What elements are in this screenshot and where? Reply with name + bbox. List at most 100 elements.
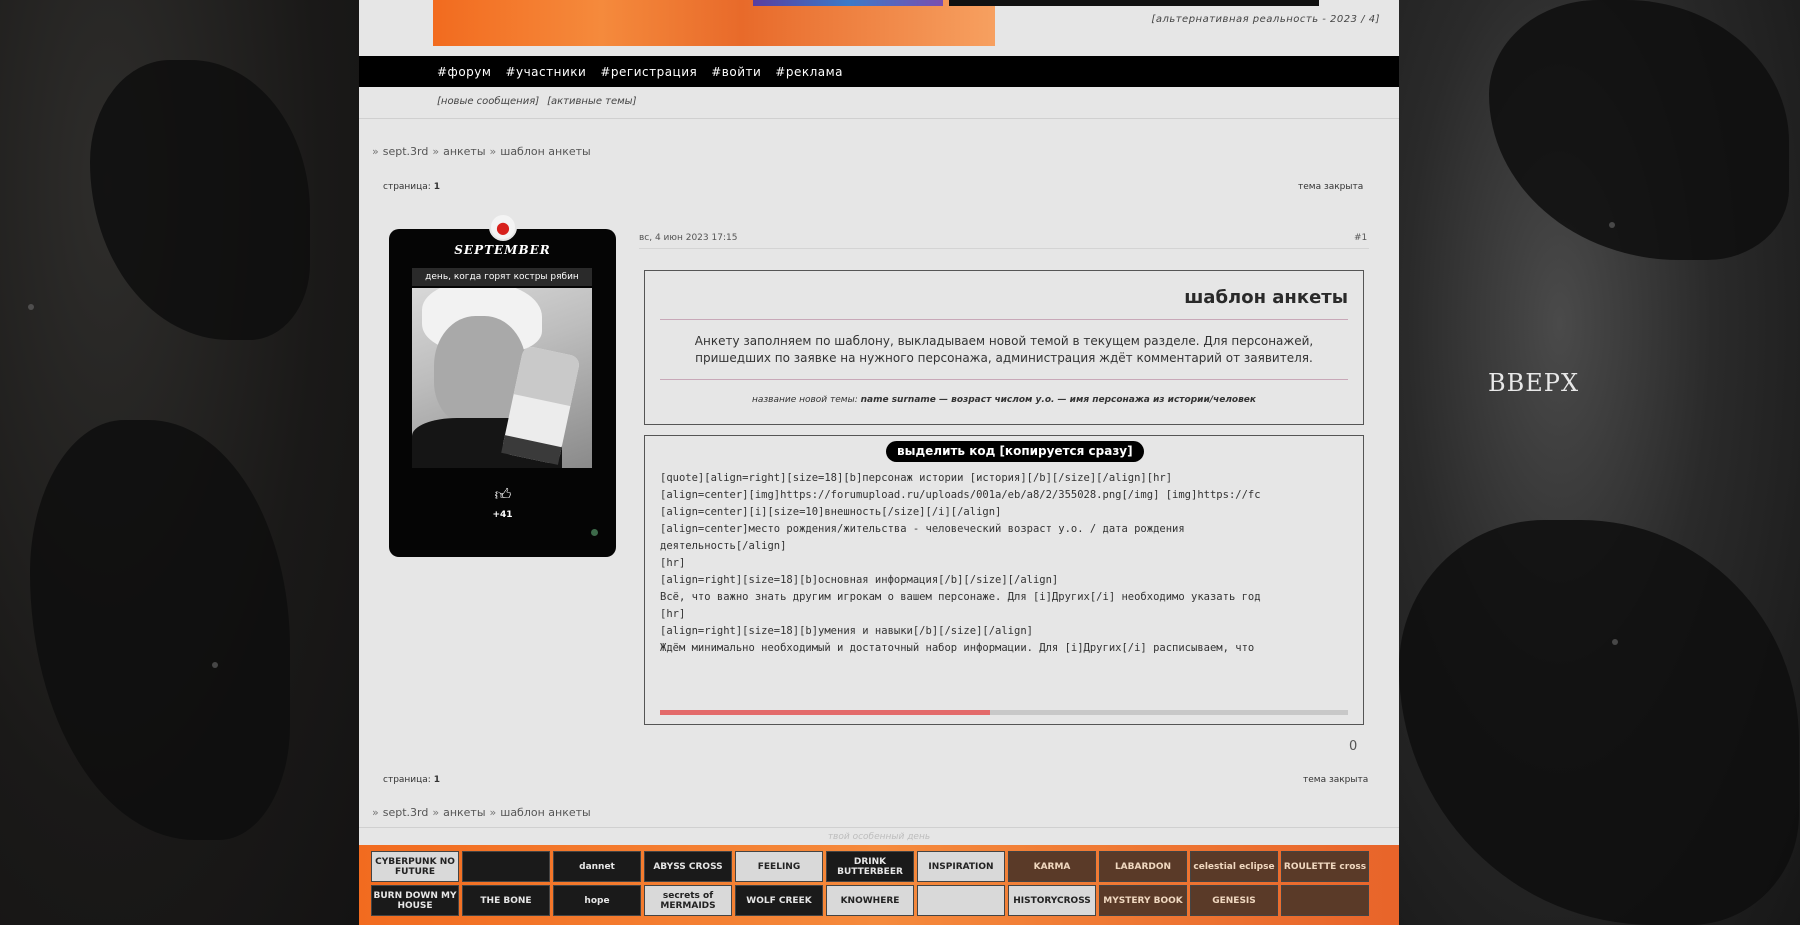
topic-closed-label: тема закрыта: [1303, 775, 1369, 785]
partner-button[interactable]: secrets of MERMAIDS: [644, 885, 732, 916]
divider: [359, 118, 1399, 119]
code-line: [align=right][size=18][b]умения и навыки…: [660, 625, 1033, 637]
code-line: Ждём минимально необходимый и достаточны…: [660, 642, 1255, 654]
post-intro-box: шаблон анкеты Анкету заполняем по шаблон…: [644, 270, 1364, 425]
author-name[interactable]: SEPTEMBER: [389, 243, 616, 257]
post-divider: [639, 248, 1369, 249]
topic-name-format: name surname — возраст числом у.о. — имя…: [860, 395, 1257, 405]
pagination-current: 1: [433, 182, 440, 192]
partner-button[interactable]: GENESIS: [1190, 885, 1278, 916]
partner-button[interactable]: FEELING: [735, 851, 823, 882]
breadcrumb-bottom: » sept.3rd » анкеты » шаблон анкеты: [372, 806, 591, 819]
header-bar: [949, 0, 1319, 6]
partner-button[interactable]: INSPIRATION: [917, 851, 1005, 882]
partner-button[interactable]: KARMA: [1008, 851, 1096, 882]
code-line: [align=right][size=10][i][b]P.S.[/b] Где…: [660, 674, 1348, 675]
code-scrollbar[interactable]: [660, 710, 1348, 715]
nav-login[interactable]: #войти: [711, 65, 761, 79]
nav-ads[interactable]: #реклама: [775, 65, 843, 79]
breadcrumb-separator: »: [372, 145, 379, 158]
breadcrumb-forum[interactable]: sept.3rd: [383, 806, 429, 819]
snowflake: [1609, 222, 1615, 228]
post-title: шаблон анкеты: [1184, 287, 1348, 308]
code-line: [quote][align=right][size=18][b]персонаж…: [660, 472, 1173, 484]
active-topics-link[interactable]: [активные темы]: [547, 96, 636, 107]
pagination-label: страница:: [383, 775, 431, 785]
copy-code-button[interactable]: выделить код [копируется сразу]: [886, 441, 1144, 462]
topic-closed-label: тема закрыта: [1298, 182, 1364, 192]
sub-navbar: [новые сообщения] [активные темы]: [437, 96, 636, 107]
pagination-bottom: страница: 1: [383, 775, 440, 785]
post-rule: [660, 379, 1348, 380]
background-left: [0, 0, 359, 925]
header-tagline: [альтернативная реальность - 2023 / 4]: [1151, 14, 1380, 25]
partner-button[interactable]: CYBERPUNK NO FUTURE: [371, 851, 459, 882]
breadcrumb-current: шаблон анкеты: [500, 145, 591, 158]
berry-icon: ●: [489, 213, 517, 241]
breadcrumb-separator: »: [489, 806, 497, 819]
breadcrumb-separator: »: [372, 806, 379, 819]
post-date: вс, 4 июн 2023 17:15: [639, 233, 738, 243]
partner-button[interactable]: BURN DOWN MY HOUSE: [371, 885, 459, 916]
code-line: [align=center]место рождения/жительства …: [660, 523, 1185, 535]
partner-button[interactable]: LABARDON: [1099, 851, 1187, 882]
breadcrumb-separator: »: [489, 145, 497, 158]
code-box: выделить код [копируется сразу] [quote][…: [644, 435, 1364, 725]
author-profile-card: ● SEPTEMBER день, когда горят костры ряб…: [389, 213, 616, 557]
new-messages-link[interactable]: [новые сообщения]: [437, 96, 539, 107]
partner-button[interactable]: KNOWHERE: [826, 885, 914, 916]
breadcrumb-section[interactable]: анкеты: [443, 145, 485, 158]
footer-subtitle: твой особенный день: [827, 832, 931, 842]
code-line: [align=right][size=18][b]основная информ…: [660, 574, 1059, 586]
post-permalink[interactable]: #1: [1354, 233, 1367, 243]
forum-page: [альтернативная реальность - 2023 / 4] #…: [359, 0, 1399, 925]
partner-button[interactable]: [462, 851, 550, 882]
scroll-up-link[interactable]: ВВЕРХ: [1488, 369, 1579, 397]
partner-button[interactable]: [1281, 885, 1369, 916]
pagination-top: страница: 1: [383, 182, 440, 192]
tree-silhouette: [90, 60, 310, 340]
online-indicator: [591, 529, 598, 536]
nav-register[interactable]: #регистрация: [600, 65, 697, 79]
code-line: [hr]: [660, 608, 686, 620]
reputation-count: +41: [492, 510, 513, 520]
tree-silhouette: [30, 420, 290, 840]
nav-forum[interactable]: #форум: [437, 65, 491, 79]
partner-button[interactable]: [917, 885, 1005, 916]
post-rule: [660, 319, 1348, 320]
snowflake: [1612, 639, 1618, 645]
breadcrumb-section[interactable]: анкеты: [443, 806, 485, 819]
header-banner: [433, 0, 995, 46]
main-navbar: #форум #участники #регистрация #войти #р…: [359, 56, 1399, 87]
partner-button[interactable]: DRINK BUTTERBEER: [826, 851, 914, 882]
nav-members[interactable]: #участники: [505, 65, 586, 79]
partner-button[interactable]: THE BONE: [462, 885, 550, 916]
topic-name-label: название новой темы:: [751, 395, 858, 405]
breadcrumb-forum[interactable]: sept.3rd: [383, 145, 429, 158]
snowflake: [28, 304, 34, 310]
code-scrollbar-thumb[interactable]: [660, 710, 991, 715]
code-line: Всё, что важно знать другим игрокам о ва…: [660, 591, 1261, 603]
partner-button[interactable]: hope: [553, 885, 641, 916]
partner-button[interactable]: dannet: [553, 851, 641, 882]
partner-button[interactable]: ABYSS CROSS: [644, 851, 732, 882]
background-right: [1399, 0, 1800, 925]
partner-button[interactable]: MYSTERY BOOK: [1099, 885, 1187, 916]
partner-buttons: CYBERPUNK NO FUTURE dannet ABYSS CROSS FEEL…: [359, 845, 1399, 925]
partner-button[interactable]: ROULETTE cross: [1281, 851, 1369, 882]
breadcrumb-separator: »: [432, 806, 440, 819]
partner-button[interactable]: WOLF CREEK: [735, 885, 823, 916]
pagination-label: страница:: [383, 182, 431, 192]
thumbs-up-icon[interactable]: 👍︎: [492, 485, 514, 504]
author-status: день, когда горят костры рябин: [412, 268, 592, 286]
partner-button[interactable]: celestial eclipse: [1190, 851, 1278, 882]
code-text[interactable]: [quote][align=right][size=18][b]персонаж…: [660, 470, 1348, 675]
avatar: [412, 288, 592, 468]
reply-count: 0: [1349, 739, 1358, 754]
divider: [359, 827, 1399, 828]
topic-name-note: название новой темы: name surname — возр…: [660, 395, 1348, 405]
code-line: [align=center][i][size=10]внешность[/siz…: [660, 506, 1002, 518]
code-line: [align=center][img]https://forumupload.r…: [660, 489, 1261, 501]
partner-button[interactable]: HISTORYCROSS: [1008, 885, 1096, 916]
